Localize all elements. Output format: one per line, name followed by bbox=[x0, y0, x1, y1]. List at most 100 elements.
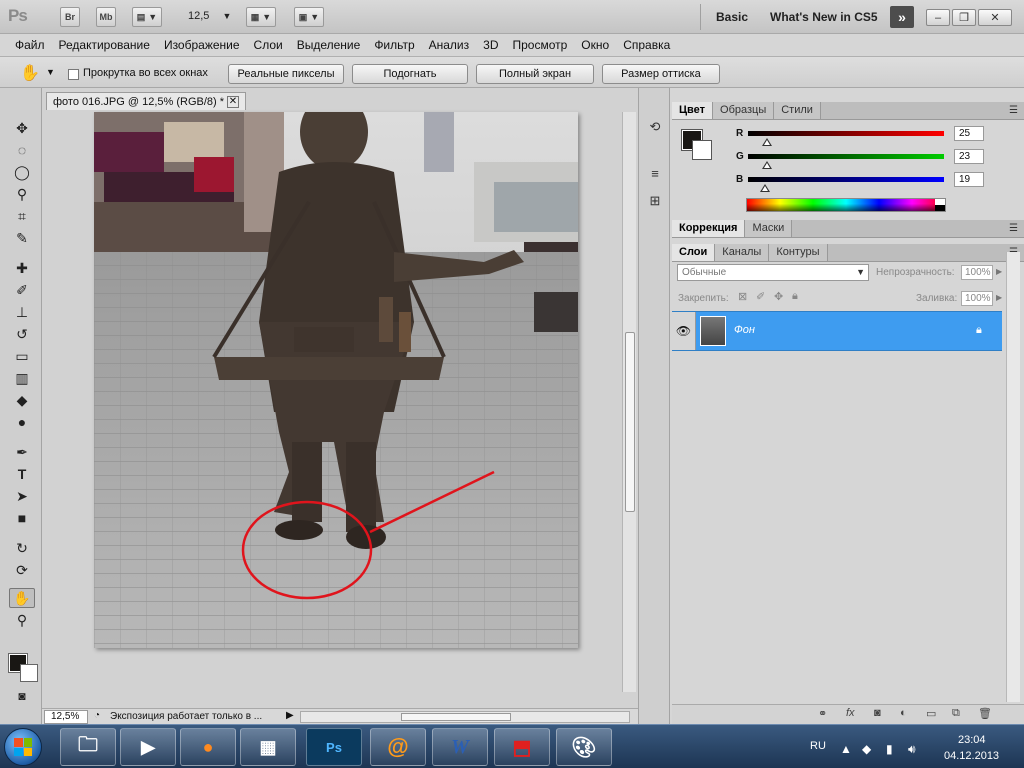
fill-field[interactable]: 100% bbox=[961, 291, 993, 306]
r-slider[interactable] bbox=[748, 131, 944, 136]
g-slider-handle[interactable] bbox=[762, 161, 772, 169]
quick-mask-icon[interactable]: ◙ bbox=[9, 686, 35, 706]
view-extras-button[interactable]: ▤ ▼ bbox=[132, 7, 162, 27]
b-slider-handle[interactable] bbox=[760, 184, 770, 192]
tray-arrow-icon[interactable]: ▲ bbox=[840, 742, 852, 756]
menu-3d[interactable]: 3D bbox=[476, 38, 505, 52]
path-selection-tool-icon[interactable]: ➤ bbox=[9, 486, 35, 506]
bridge-button[interactable]: Br bbox=[60, 7, 80, 27]
brush-presets-icon[interactable]: ≡ bbox=[646, 164, 664, 182]
taskbar-mail-agent[interactable]: @ bbox=[370, 728, 426, 766]
3d-orbit-tool-icon[interactable]: ⟳ bbox=[9, 560, 35, 580]
color-background-swatch[interactable] bbox=[692, 140, 712, 160]
taskbar-paint[interactable]: 🎨︎ bbox=[556, 728, 612, 766]
clone-source-icon[interactable]: ⊞ bbox=[646, 192, 664, 210]
b-value-field[interactable]: 19 bbox=[954, 172, 984, 187]
layers-scrollbar[interactable] bbox=[1006, 252, 1020, 702]
g-value-field[interactable]: 23 bbox=[954, 149, 984, 164]
clock-time[interactable]: 23:04 bbox=[958, 734, 986, 746]
document-vertical-scrollbar[interactable] bbox=[622, 112, 636, 692]
rectangle-tool-icon[interactable]: ■ bbox=[9, 508, 35, 528]
network-icon[interactable]: ▮ bbox=[886, 742, 893, 756]
scrollbar-thumb[interactable] bbox=[401, 713, 511, 721]
menu-image[interactable]: Изображение bbox=[157, 38, 247, 52]
volume-icon[interactable]: 🔊︎ bbox=[908, 742, 916, 757]
brush-tool-icon[interactable]: ✐ bbox=[9, 280, 35, 300]
mini-bridge-button[interactable]: Mb bbox=[96, 7, 116, 27]
scroll-all-windows-checkbox[interactable] bbox=[68, 69, 79, 80]
tray-app-icon[interactable]: ◆ bbox=[862, 742, 871, 756]
history-panel-icon[interactable]: ⟲ bbox=[646, 118, 664, 136]
opacity-field[interactable]: 100% bbox=[961, 265, 993, 280]
taskbar-photoshop[interactable]: Ps bbox=[306, 728, 362, 766]
document-horizontal-scrollbar[interactable] bbox=[300, 711, 630, 723]
chevron-right-icon[interactable]: ▶ bbox=[996, 267, 1002, 276]
menu-view[interactable]: Просмотр bbox=[505, 38, 574, 52]
background-color-swatch[interactable] bbox=[20, 664, 38, 682]
r-value-field[interactable]: 25 bbox=[954, 126, 984, 141]
full-screen-button[interactable]: Полный экран bbox=[476, 64, 594, 84]
menu-select[interactable]: Выделение bbox=[290, 38, 368, 52]
tab-swatches[interactable]: Образцы bbox=[713, 102, 775, 119]
eye-icon[interactable]: 👁︎ bbox=[672, 312, 696, 350]
black-white-swatch[interactable] bbox=[935, 199, 945, 211]
new-layer-icon[interactable]: ⧉ bbox=[952, 707, 960, 720]
clock-date[interactable]: 04.12.2013 bbox=[944, 750, 999, 762]
start-button[interactable] bbox=[4, 728, 42, 766]
lock-all-icon[interactable]: 🔒︎ bbox=[792, 290, 798, 303]
taskbar-video-editor[interactable]: ▦ bbox=[240, 728, 296, 766]
eyedropper-tool-icon[interactable]: ✎ bbox=[9, 228, 35, 248]
workspace-basic[interactable]: Basic bbox=[716, 10, 748, 24]
history-brush-tool-icon[interactable]: ↺ bbox=[9, 324, 35, 344]
zoom-tool-icon[interactable]: ⚲ bbox=[9, 610, 35, 630]
3d-rotate-tool-icon[interactable]: ↻ bbox=[9, 538, 35, 558]
lasso-tool-icon[interactable]: ◯ bbox=[9, 162, 35, 182]
actual-pixels-button[interactable]: Реальные пикселы bbox=[228, 64, 344, 84]
gradient-tool-icon[interactable]: ▥ bbox=[9, 368, 35, 388]
tab-layers[interactable]: Слои bbox=[672, 244, 716, 261]
taskbar-media-player[interactable]: ▶ bbox=[120, 728, 176, 766]
chevron-right-icon[interactable]: ▶ bbox=[996, 293, 1002, 302]
hand-tool-icon[interactable]: ✋ bbox=[9, 588, 35, 608]
zoom-level-select[interactable]: 12,5 ▼ bbox=[188, 10, 231, 22]
menu-help[interactable]: Справка bbox=[616, 38, 677, 52]
arrange-documents-button[interactable]: ▦ ▼ bbox=[246, 7, 276, 27]
scrollbar-thumb[interactable] bbox=[625, 332, 635, 512]
menu-window[interactable]: Окно bbox=[574, 38, 616, 52]
tab-styles[interactable]: Стили bbox=[774, 102, 821, 119]
status-info-icon[interactable]: ◔ bbox=[94, 710, 100, 721]
marquee-tool-icon[interactable]: ◌ bbox=[9, 140, 35, 160]
menu-file[interactable]: Файл bbox=[8, 38, 52, 52]
healing-brush-tool-icon[interactable]: ✚ bbox=[9, 258, 35, 278]
close-icon[interactable]: ✕ bbox=[227, 95, 239, 108]
menu-layers[interactable]: Слои bbox=[247, 38, 290, 52]
clone-stamp-tool-icon[interactable]: ⊥ bbox=[9, 302, 35, 322]
screen-mode-button[interactable]: ▣ ▼ bbox=[294, 7, 324, 27]
close-window-button[interactable]: ✕ bbox=[978, 9, 1012, 26]
quick-selection-tool-icon[interactable]: ⚲ bbox=[9, 184, 35, 204]
workspace-whats-new[interactable]: What's New in CS5 bbox=[770, 10, 878, 24]
panel-menu-icon[interactable]: ☰ bbox=[1009, 223, 1018, 234]
lock-transparency-icon[interactable]: ⊠ bbox=[738, 290, 747, 303]
menu-filter[interactable]: Фильтр bbox=[367, 38, 421, 52]
menu-edit[interactable]: Редактирование bbox=[52, 38, 157, 52]
add-mask-icon[interactable]: ◙ bbox=[874, 707, 881, 719]
pen-tool-icon[interactable]: ✒ bbox=[9, 442, 35, 462]
r-slider-handle[interactable] bbox=[762, 138, 772, 146]
tab-channels[interactable]: Каналы bbox=[715, 244, 770, 261]
link-layers-icon[interactable]: ⚭ bbox=[818, 707, 827, 720]
type-tool-icon[interactable]: T bbox=[9, 464, 35, 484]
chevron-down-icon[interactable]: ▼ bbox=[46, 67, 55, 77]
layer-name[interactable]: Фон bbox=[734, 324, 755, 336]
crop-tool-icon[interactable]: ⌗ bbox=[9, 206, 35, 226]
image-canvas[interactable] bbox=[94, 112, 578, 648]
document-tab[interactable]: фото 016.JPG @ 12,5% (RGB/8) * ✕ bbox=[46, 92, 246, 110]
move-tool-icon[interactable]: ✥ bbox=[9, 118, 35, 138]
status-menu-arrow-icon[interactable]: ▶ bbox=[286, 710, 294, 721]
panel-menu-icon[interactable]: ☰ bbox=[1009, 105, 1018, 116]
blend-mode-select[interactable]: Обычные ▼ bbox=[677, 264, 869, 281]
minimize-button[interactable]: – bbox=[926, 9, 950, 26]
taskbar-firefox[interactable]: ● bbox=[180, 728, 236, 766]
restore-button[interactable]: ❐ bbox=[952, 9, 976, 26]
print-size-button[interactable]: Размер оттиска bbox=[602, 64, 720, 84]
